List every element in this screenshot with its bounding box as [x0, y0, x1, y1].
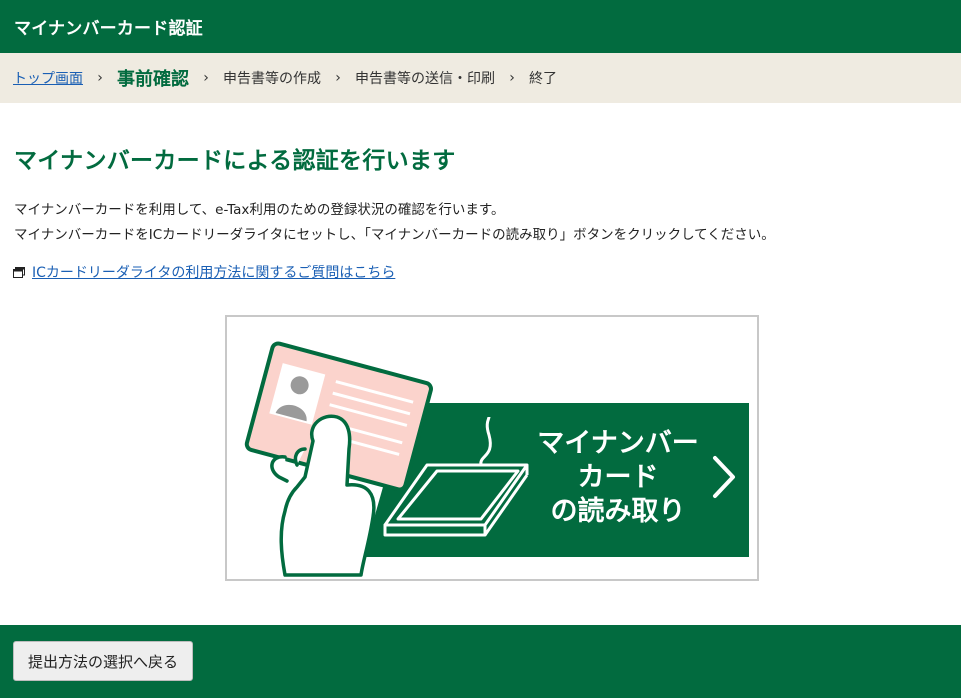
breadcrumb-item-end: 終了 — [529, 71, 557, 87]
footer-bar: 提出方法の選択へ戻る — [0, 625, 961, 698]
help-link-text[interactable]: ICカードリーダライタの利用方法に関するご質問はこちら — [32, 262, 395, 282]
header-title: マイナンバーカード認証 — [14, 19, 203, 39]
card-button-label-line3[interactable]: の読み取り — [525, 495, 711, 529]
breadcrumb: トップ画面 › 事前確認 › 申告書等の作成 › 申告書等の送信・印刷 › 終了 — [0, 53, 961, 103]
description-line-2: マイナンバーカードをICカードリーダライタにセットし、「マイナンバーカードの読み… — [14, 227, 775, 243]
app-header: マイナンバーカード認証 — [0, 0, 961, 53]
chevron-right-icon — [713, 456, 735, 498]
page-title: マイナンバーカードによる認証を行います — [14, 148, 456, 174]
breadcrumb-item-create: 申告書等の作成 — [223, 71, 321, 87]
breadcrumb-item-current: 事前確認 — [117, 69, 189, 90]
card-button-label[interactable]: マイナンバー カード の読み取り — [525, 427, 711, 529]
read-mynumber-card-button[interactable]: マイナンバー カード の読み取り — [225, 315, 759, 581]
description-line-1: マイナンバーカードを利用して、e-Tax利用のための登録状況の確認を行います。 — [14, 202, 505, 218]
breadcrumb-item-send-print: 申告書等の送信・印刷 — [355, 71, 495, 87]
new-window-icon — [13, 266, 25, 278]
chevron-right-icon: › — [509, 70, 515, 86]
chevron-right-icon: › — [335, 70, 341, 86]
breadcrumb-item-top[interactable]: トップ画面 — [13, 68, 83, 88]
chevron-right-icon: › — [97, 70, 103, 86]
card-button-label-line2[interactable]: カード — [525, 461, 711, 495]
card-button-label-line1[interactable]: マイナンバー — [525, 427, 711, 461]
help-link[interactable]: ICカードリーダライタの利用方法に関するご質問はこちら — [13, 262, 395, 282]
chevron-right-icon: › — [203, 70, 209, 86]
back-to-submission-method-button[interactable]: 提出方法の選択へ戻る — [13, 641, 194, 681]
description: マイナンバーカードを利用して、e-Tax利用のための登録状況の確認を行います。 … — [14, 198, 775, 248]
